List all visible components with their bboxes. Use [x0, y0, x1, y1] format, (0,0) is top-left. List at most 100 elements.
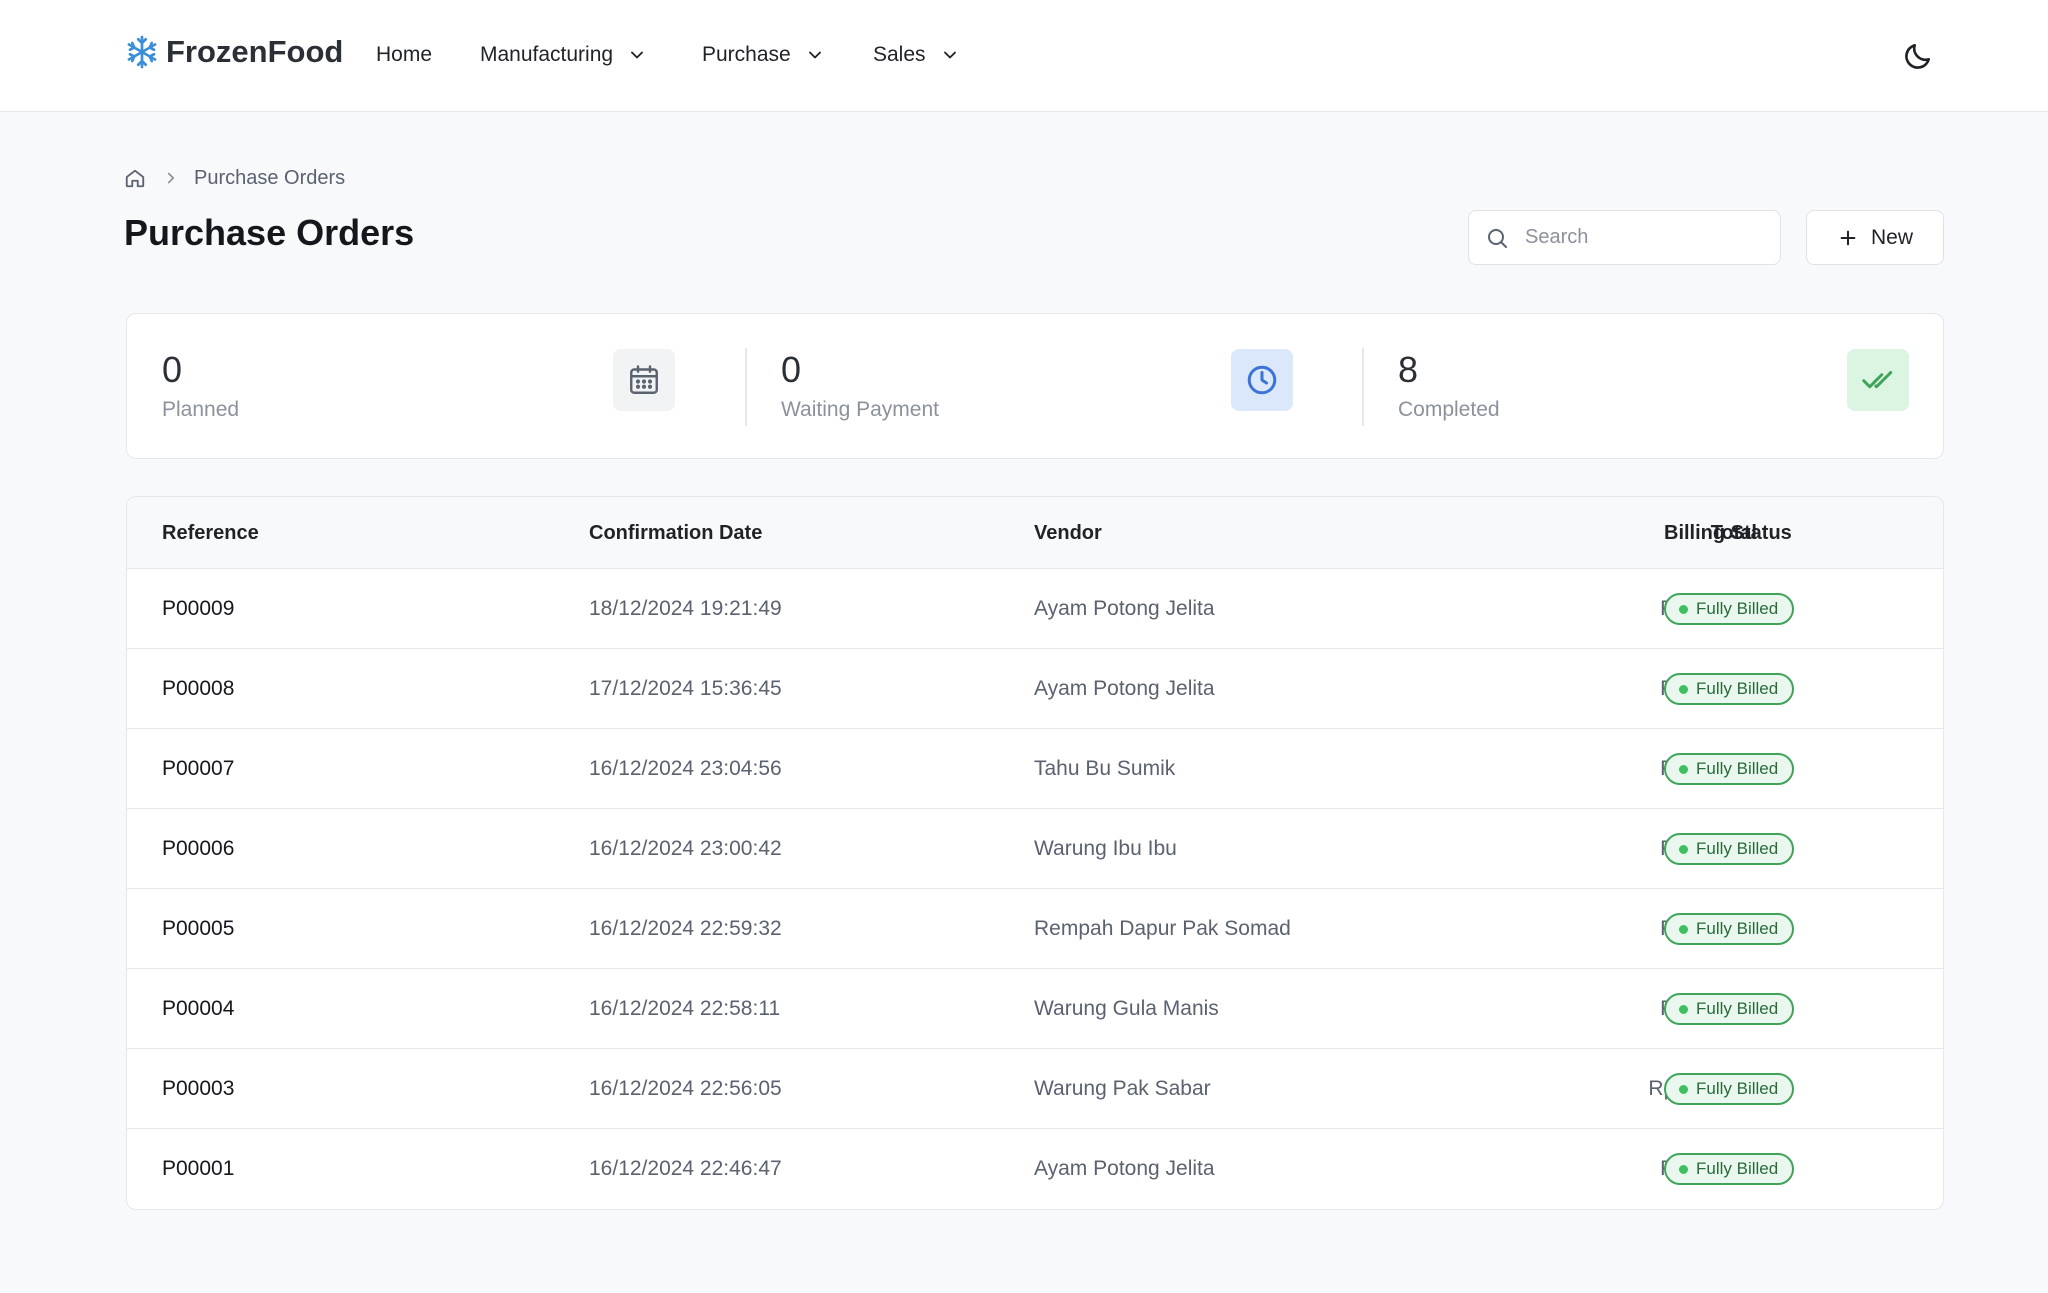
status-dot-icon — [1679, 605, 1688, 614]
breadcrumb-current: Purchase Orders — [194, 166, 346, 189]
nav-item-purchase[interactable]: Purchase — [702, 38, 825, 72]
column-header-confirmation-date[interactable]: Confirmation Date — [589, 497, 762, 569]
status-dot-icon — [1679, 845, 1688, 854]
table-row[interactable]: P00003 16/12/2024 22:56:05 Warung Pak Saba… — [127, 1049, 1943, 1129]
status-label: Fully Billed — [1696, 759, 1779, 778]
table-row[interactable]: P0000716/12/2024 23:04:56Tahu Bu SumikRp… — [127, 729, 1943, 809]
status-badge: Fully Billed — [1664, 673, 1795, 705]
status-badge: Fully Billed — [1664, 833, 1795, 865]
plus-icon — [1840, 230, 1856, 245]
table-header: Reference Confirmation Date Vendor Total… — [127, 497, 1943, 569]
nav-item-label: Home — [376, 43, 433, 66]
nav-item-manufacturing[interactable]: Manufacturing — [480, 38, 647, 72]
table-row[interactable]: P00008 17/12/2024 15:36:45 Ayam Potong Jel… — [127, 649, 1943, 729]
chevron-down-icon — [943, 51, 956, 59]
status-label: Fully Billed — [1696, 1159, 1779, 1178]
search-input[interactable] — [1525, 226, 1765, 249]
cell-confirmation-date: 16/12/2024 22:56:05 — [589, 1077, 782, 1100]
snowflake-icon — [127, 35, 157, 69]
cell-vendor: Warung Pak Sabar — [1034, 1077, 1211, 1100]
search-icon — [1488, 228, 1507, 248]
nav-item-label: Manufacturing — [480, 43, 614, 66]
status-label: Fully Billed — [1696, 679, 1779, 698]
brand-name: FrozenFood — [166, 34, 344, 69]
stat-value: 0 — [162, 349, 183, 390]
status-label: Fully Billed — [1696, 999, 1779, 1018]
status-dot-icon — [1679, 925, 1688, 934]
cell-reference[interactable]: P00005 — [162, 889, 234, 969]
stat-label: Completed — [1398, 398, 1500, 421]
breadcrumb: Purchase Orders — [124, 164, 345, 192]
status-badge: Fully Billed — [1664, 1153, 1795, 1185]
status-label: Fully Billed — [1696, 599, 1779, 618]
search-box[interactable] — [1468, 210, 1781, 265]
stat-planned[interactable]: 0 Planned — [127, 314, 727, 460]
cell-confirmation-date: 16/12/2024 23:00:42 — [589, 837, 782, 860]
cell-confirmation-date: 18/12/2024 19:21:49 — [589, 597, 782, 620]
stat-label: Waiting Payment — [781, 398, 939, 421]
stats-card: 0 Planned 0 Waiting Payment 8 Completed — [126, 313, 1944, 459]
column-header-billing-status[interactable]: Billing Status — [1664, 497, 1792, 569]
cell-reference[interactable]: P00007 — [162, 729, 234, 809]
table-row[interactable]: P00005 16/12/2024 22:59:32 Rempah Dapur Pa… — [127, 889, 1943, 969]
table-row[interactable]: P00009 18/12/2024 19:21:49 Ayam Potong Jel… — [127, 569, 1943, 649]
cell-vendor: Rempah Dapur Pak Somad — [1034, 917, 1291, 940]
table-row[interactable]: P00004 16/12/2024 22:58:11 Warung Gula Man… — [127, 969, 1943, 1049]
cell-reference[interactable]: P00008 — [162, 649, 234, 729]
column-header-reference[interactable]: Reference — [162, 497, 259, 569]
nav-item-sales[interactable]: Sales — [873, 38, 960, 72]
status-badge: Fully Billed — [1664, 993, 1795, 1025]
status-badge: Fully Billed — [1664, 593, 1795, 625]
chevron-down-icon — [808, 51, 821, 59]
calendar-icon — [630, 365, 658, 394]
cell-vendor: Ayam Potong Jelita — [1034, 677, 1215, 700]
check-badge — [1847, 349, 1909, 411]
status-badge: Fully Billed — [1664, 753, 1795, 785]
nav-item-label: Purchase — [702, 43, 791, 66]
status-dot-icon — [1679, 765, 1688, 774]
column-header-vendor[interactable]: Vendor — [1034, 497, 1102, 569]
calendar-badge — [613, 349, 675, 411]
status-dot-icon — [1679, 1005, 1688, 1014]
cell-reference[interactable]: P00003 — [162, 1049, 234, 1129]
stat-completed[interactable]: 8 Completed — [1363, 314, 1943, 460]
purchase-orders-table: Reference Confirmation Date Vendor Total… — [126, 496, 1944, 1210]
nav-item-label: Sales — [873, 43, 926, 66]
chevron-down-icon — [631, 51, 643, 59]
cell-confirmation-date: 16/12/2024 22:59:32 — [589, 917, 782, 940]
cell-reference[interactable]: P00001 — [162, 1129, 234, 1209]
table-row[interactable]: P00001 16/12/2024 22:46:47 Ayam Potong Jel… — [127, 1129, 1943, 1209]
cell-reference[interactable]: P00009 — [162, 569, 234, 649]
cell-vendor: Ayam Potong Jelita — [1034, 1157, 1215, 1180]
moon-icon[interactable] — [1902, 40, 1934, 72]
brand-logo[interactable]: FrozenFood — [124, 30, 343, 74]
double-check-icon — [1862, 371, 1893, 389]
status-label: Fully Billed — [1696, 839, 1779, 858]
status-label: Fully Billed — [1696, 1079, 1779, 1098]
cell-confirmation-date: 16/12/2024 22:46:47 — [589, 1157, 782, 1180]
page-title: Purchase Orders — [124, 212, 415, 253]
status-dot-icon — [1679, 685, 1688, 694]
cell-confirmation-date: 16/12/2024 23:04:56 — [589, 757, 782, 780]
stat-value: 0 — [781, 349, 802, 390]
status-badge: Fully Billed — [1664, 913, 1795, 945]
stat-waiting-payment[interactable]: 0 Waiting Payment — [746, 314, 1346, 460]
clock-icon — [1247, 365, 1277, 395]
nav-item-home[interactable]: Home — [376, 38, 432, 72]
new-button[interactable]: New — [1806, 210, 1944, 265]
status-label: Fully Billed — [1696, 919, 1779, 938]
clock-badge — [1231, 349, 1293, 411]
cell-reference[interactable]: P00006 — [162, 809, 234, 889]
home-icon[interactable] — [124, 167, 146, 189]
stat-label: Planned — [162, 398, 240, 421]
cell-confirmation-date: 17/12/2024 15:36:45 — [589, 677, 782, 700]
cell-vendor: Ayam Potong Jelita — [1034, 597, 1215, 620]
status-badge: Fully Billed — [1664, 1073, 1795, 1105]
cell-confirmation-date: 16/12/2024 22:58:11 — [589, 997, 781, 1020]
cell-vendor: Tahu Bu Sumik — [1034, 757, 1176, 780]
status-dot-icon — [1679, 1085, 1688, 1094]
table-row[interactable]: P0000616/12/2024 23:00:42Warung Ibu IbuR… — [127, 809, 1943, 889]
cell-reference[interactable]: P00004 — [162, 969, 234, 1049]
stat-value: 8 — [1398, 349, 1419, 390]
chevron-right-icon — [167, 172, 175, 184]
